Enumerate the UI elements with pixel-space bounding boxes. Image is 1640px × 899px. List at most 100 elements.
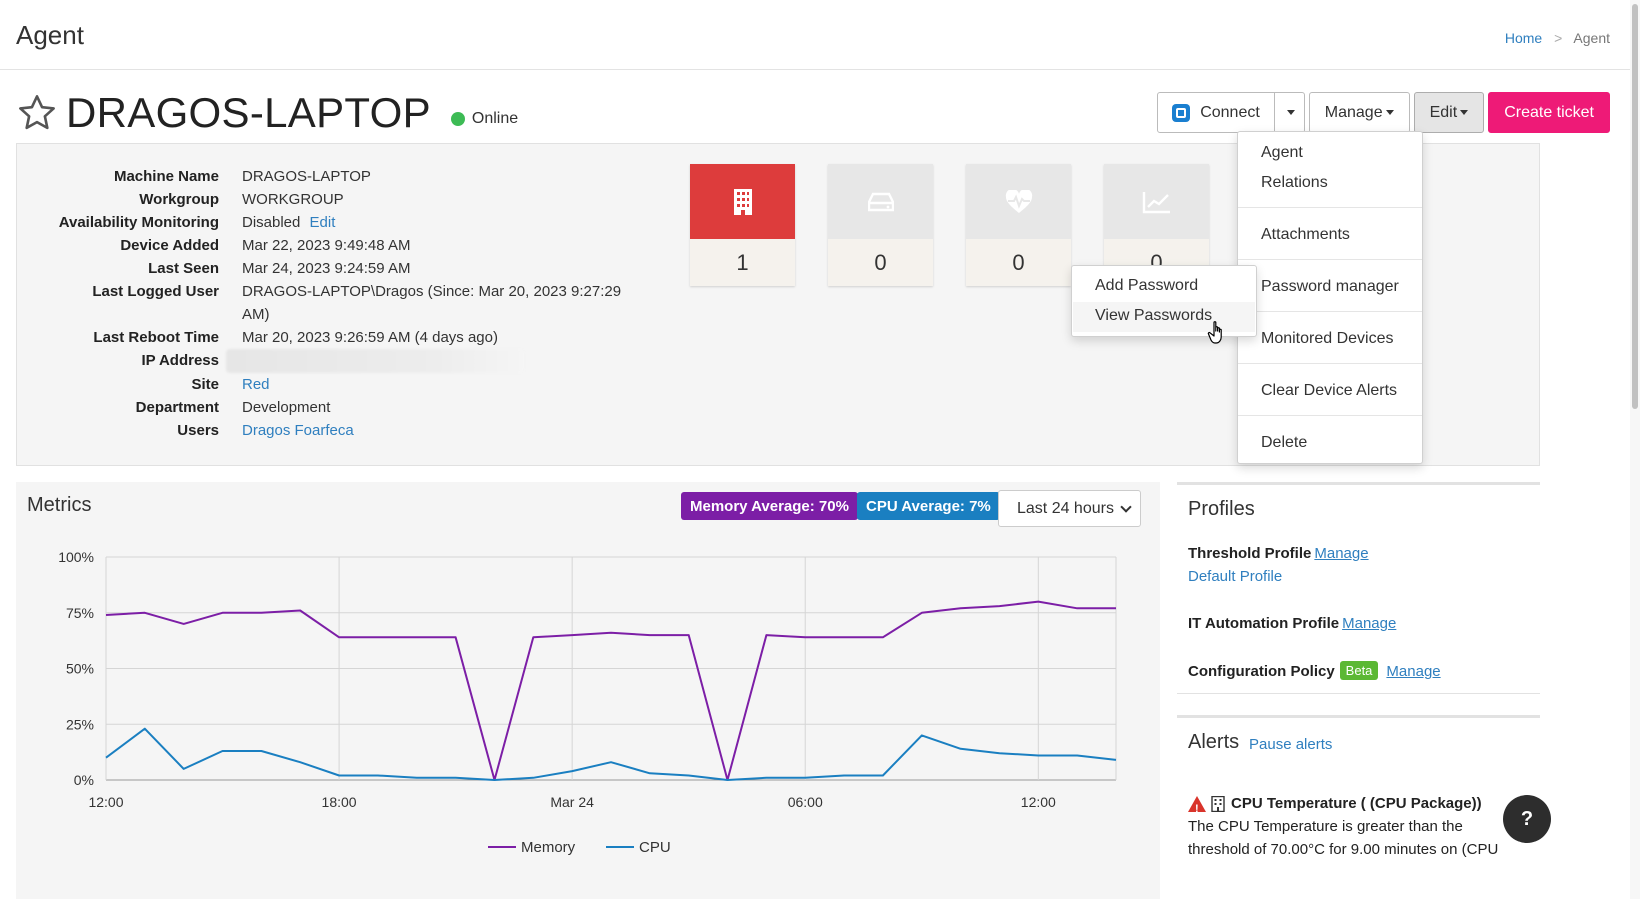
menu-item-add-password[interactable]: Add Password [1095,277,1198,295]
caret-down-icon [1286,110,1295,115]
y-tick-label: 50% [66,661,94,677]
edit-dropdown-menu: Agent Relations Attachments Password man… [1237,131,1423,464]
menu-divider [1238,363,1422,364]
password-submenu: Add Password View Passwords [1071,265,1257,337]
info-row-machine-name: Machine Name DRAGOS-LAPTOP [113,168,371,185]
online-dot-icon [450,112,465,126]
menu-item-delete[interactable]: Delete [1261,434,1307,452]
x-tick-label: 06:00 [788,794,823,810]
x-tick-label: Mar 24 [550,794,594,810]
metrics-panel: Metrics Memory Average: 70% CPU Average:… [16,482,1160,899]
tile-disks[interactable]: 0 [828,164,933,286]
metrics-chart: 0% 25% 50% 75% 100% 12:00 18:00 Mar 24 06:00 12:0… [58,549,1117,856]
profiles-card: Profiles Threshold Profile Manage Default… [1177,482,1540,694]
automation-profile-row: IT Automation Profile Manage [1188,615,1397,632]
info-row-last-logged-user: Last Logged User DRAGOS-LAPTOP\Dragos (Si… [92,283,622,323]
info-row-last-seen: Last Seen Mar 24, 2023 9:24:59 AM [148,260,411,277]
info-row-last-reboot: Last Reboot Time Mar 20, 2023 9:26:59 AM … [93,329,498,346]
menu-item-view-passwords[interactable]: View Passwords [1095,307,1212,325]
availability-edit-link[interactable]: Edit [310,214,336,231]
info-row-device-added: Device Added Mar 22, 2023 9:49:48 AM [120,237,411,254]
menu-item-relations[interactable]: Relations [1261,174,1328,192]
trend-chart-icon [1142,191,1170,213]
y-tick-label: 25% [66,716,94,732]
menu-divider [1238,415,1422,416]
ip-address-redacted [226,349,524,374]
tile-count: 0 [828,239,933,286]
connect-button[interactable]: Connect [1157,92,1275,133]
menu-item-attachments[interactable]: Attachments [1261,226,1350,244]
caret-down-icon [1460,110,1469,115]
breadcrumb-current: Agent [1573,30,1610,46]
configuration-policy-row: Configuration Policy Beta Manage [1188,661,1441,680]
user-link[interactable]: Dragos Foarfeca [242,422,354,439]
manage-button[interactable]: Manage [1308,92,1410,133]
page-header: Agent Home > Agent [0,0,1630,70]
caret-down-icon [1385,110,1394,115]
automation-manage-link[interactable]: Manage [1342,615,1396,632]
info-row-users: Users Dragos Foarfeca [177,422,354,440]
star-icon[interactable] [16,92,58,134]
info-row-ip-address: IP Address [17,349,627,374]
menu-item-clear-alerts[interactable]: Clear Device Alerts [1261,382,1397,400]
x-tick-label: 12:00 [88,794,123,810]
y-tick-label: 75% [66,605,94,621]
legend-label: CPU [639,839,671,856]
page-title: Agent [16,20,84,50]
alert-description: The CPU Temperature is greater than the … [1188,818,1499,858]
tile-alerts[interactable]: 1 [690,164,795,286]
heart-pulse-icon [1005,189,1032,213]
series-line-memory [105,600,1116,781]
tile-count: 1 [690,239,795,286]
pause-alerts-link[interactable]: Pause alerts [1249,736,1332,753]
breadcrumb-home[interactable]: Home [1505,30,1542,46]
x-tick-label: 18:00 [322,794,357,810]
create-ticket-button[interactable]: Create ticket [1488,92,1610,133]
menu-divider [1238,207,1422,208]
menu-item-agent[interactable]: Agent [1261,144,1303,162]
device-name: DRAGOS-LAPTOP [66,89,431,136]
device-details: Machine Name DRAGOS-LAPTOP Workgroup WORKG… [17,165,627,442]
menu-divider [1238,259,1422,260]
threshold-profile-row: Threshold Profile Manage [1188,545,1369,562]
connect-label: Connect [1200,103,1260,121]
edit-button[interactable]: Edit [1413,92,1485,133]
building-icon [733,188,752,215]
connect-dropdown-toggle[interactable] [1273,92,1305,133]
hand-cursor-icon [1207,321,1222,344]
page-scrollbar[interactable] [1630,0,1640,899]
edit-label: Edit [1429,103,1458,121]
action-toolbar: Connect Manage Edit Create ticket [1157,92,1610,133]
status-badge: Online [450,110,519,128]
device-title-row: DRAGOS-LAPTOP Online [16,88,518,138]
help-button[interactable]: ? [1503,795,1551,843]
scrollbar-thumb[interactable] [1632,4,1638,409]
menu-item-password-manager[interactable]: Password manager [1261,278,1399,296]
menu-divider [1238,311,1422,312]
breadcrumb: Home > Agent [1505,30,1610,46]
status-text: Online [471,110,519,127]
series-line-cpu [105,727,1117,781]
tile-count: 0 [966,239,1071,286]
tile-health[interactable]: 0 [966,164,1071,286]
site-link[interactable]: Red [242,376,270,393]
config-manage-link[interactable]: Manage [1386,663,1440,680]
y-tick-label: 100% [58,549,94,565]
alerts-title: Alerts [1188,731,1240,753]
info-row-site: Site Red [191,376,270,394]
alert-title: CPU Temperature ( (CPU Package)) [1231,795,1482,812]
info-row-workgroup: Workgroup WORKGROUP [139,191,344,208]
breadcrumb-separator: > [1554,30,1563,46]
building-icon [1211,795,1225,812]
menu-item-monitored-devices[interactable]: Monitored Devices [1261,330,1394,348]
info-row-availability: Availability Monitoring Disabled Edit [58,214,336,231]
remote-connect-icon [1172,103,1191,122]
manage-label: Manage [1324,103,1383,121]
alert-item[interactable]: CPU Temperature ( (CPU Package)) The CPU… [1188,792,1518,861]
threshold-manage-link[interactable]: Manage [1314,545,1368,562]
warning-icon [1188,795,1206,821]
alerts-card: Alerts Pause alerts CPU Temperature ( (C… [1177,715,1540,899]
legend-label: Memory [521,839,576,856]
profiles-title: Profiles [1188,498,1255,520]
default-profile-link[interactable]: Default Profile [1188,568,1282,585]
